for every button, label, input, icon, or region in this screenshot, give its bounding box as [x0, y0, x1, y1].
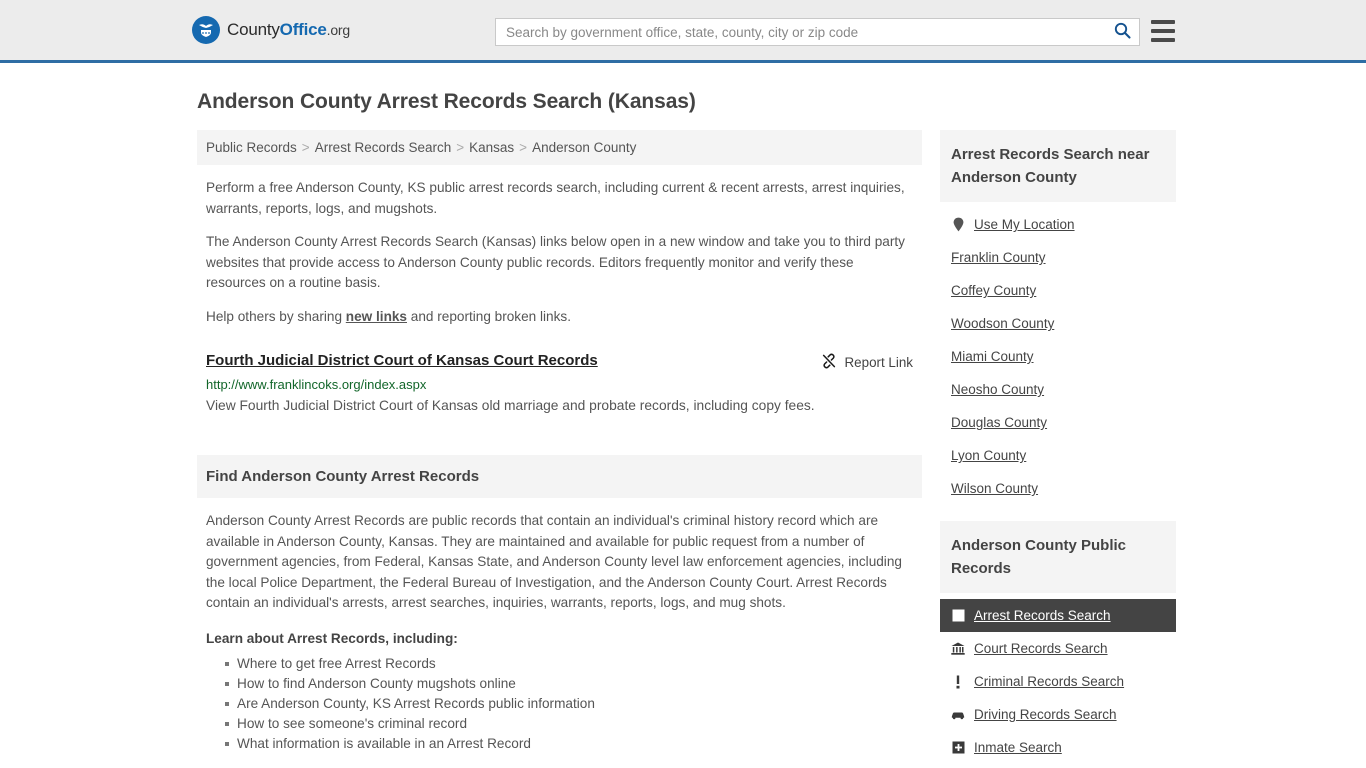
document-icon — [951, 609, 965, 623]
report-link-label: Report Link — [844, 355, 913, 370]
share-text-post: and reporting broken links. — [407, 308, 571, 324]
public-records-list: Arrest Records Search Court Records Sear… — [940, 593, 1176, 764]
breadcrumb-item-kansas[interactable]: Kansas — [469, 140, 514, 155]
sidebar-item-miami-county[interactable]: Miami County — [940, 340, 1176, 373]
page-title: Anderson County Arrest Records Search (K… — [197, 90, 696, 113]
logo-office: Office — [279, 20, 327, 39]
sidebar-item-coffey-county[interactable]: Coffey County — [940, 274, 1176, 307]
sidebar-item-label: Miami County — [951, 349, 1034, 364]
courthouse-icon — [951, 642, 965, 656]
list-item: What information is available in an Arre… — [225, 734, 913, 754]
list-item: How to find Anderson County mugshots onl… — [225, 674, 913, 694]
site-logo[interactable]: CountyOffice.org — [192, 16, 350, 44]
learn-about-heading: Learn about Arrest Records, including: — [206, 630, 458, 646]
breadcrumb-separator: > — [519, 140, 528, 155]
result-header: Fourth Judicial District Court of Kansas… — [206, 352, 913, 372]
exclamation-icon — [951, 675, 965, 689]
result-item: Fourth Judicial District Court of Kansas… — [206, 352, 913, 415]
hamburger-bar-3 — [1151, 38, 1175, 42]
breadcrumb-separator: > — [456, 140, 465, 155]
new-links-link[interactable]: new links — [346, 309, 407, 324]
sidebar-item-franklin-county[interactable]: Franklin County — [940, 241, 1176, 274]
list-item: Are Anderson County, KS Arrest Records p… — [225, 694, 913, 714]
sidebar-item-label: Coffey County — [951, 283, 1037, 298]
eagle-shield-icon — [192, 16, 220, 44]
breadcrumb-item-anderson-county[interactable]: Anderson County — [532, 140, 636, 155]
search-button[interactable] — [1105, 19, 1139, 45]
logo-tld: .org — [326, 22, 351, 38]
sidebar-item-label: Franklin County — [951, 250, 1046, 265]
sidebar-item-wilson-county[interactable]: Wilson County — [940, 472, 1176, 505]
sidebar-item-label: Douglas County — [951, 415, 1048, 430]
breadcrumb-item-public-records[interactable]: Public Records — [206, 140, 297, 155]
car-icon — [951, 708, 965, 722]
public-records-heading: Anderson County Public Records — [940, 521, 1176, 593]
sidebar-item-label: Lyon County — [951, 448, 1027, 463]
hamburger-bar-2 — [1151, 29, 1175, 33]
breadcrumb-item-arrest-records-search[interactable]: Arrest Records Search — [315, 140, 452, 155]
content-columns: Public Records > Arrest Records Search > Kan… — [197, 130, 1180, 768]
hamburger-bar-1 — [1151, 20, 1175, 24]
intro-paragraph-2: The Anderson County Arrest Records Searc… — [206, 234, 905, 290]
search-bar[interactable] — [495, 18, 1140, 46]
nearby-searches-heading: Arrest Records Search near Anderson Coun… — [940, 130, 1176, 202]
search-input[interactable] — [496, 19, 1105, 45]
list-item: How to see someone's criminal record — [225, 714, 913, 734]
hamburger-menu-icon[interactable] — [1151, 20, 1175, 42]
sidebar-item-label: Arrest Records Search — [974, 608, 1111, 623]
nearby-searches-panel: Arrest Records Search near Anderson Coun… — [940, 130, 1176, 505]
result-url: http://www.franklincoks.org/index.aspx — [206, 377, 427, 392]
sidebar-item-inmate-search[interactable]: Inmate Search — [940, 731, 1176, 764]
sidebar-item-label: Use My Location — [974, 217, 1075, 232]
share-text-pre: Help others by sharing — [206, 308, 346, 324]
result-title-link[interactable]: Fourth Judicial District Court of Kansas… — [206, 352, 598, 369]
sidebar-item-arrest-records-search[interactable]: Arrest Records Search — [940, 599, 1176, 632]
public-records-panel: Anderson County Public Records Arrest Re… — [940, 521, 1176, 764]
result-description: View Fourth Judicial District Court of K… — [206, 398, 815, 413]
breadcrumb-separator: > — [301, 140, 310, 155]
nearby-searches-list: Use My Location Franklin County Coffey C… — [940, 202, 1176, 505]
breadcrumb: Public Records > Arrest Records Search > Kan… — [197, 130, 922, 165]
intro-paragraph-3: Help others by sharing new links and rep… — [206, 307, 913, 328]
broken-link-icon — [821, 353, 837, 372]
sidebar-item-label: Woodson County — [951, 316, 1055, 331]
logo-county: County — [227, 20, 280, 39]
sidebar-item-label: Neosho County — [951, 382, 1045, 397]
sidebar-item-label: Inmate Search — [974, 740, 1062, 755]
learn-about-list: Where to get free Arrest Records How to … — [206, 654, 913, 754]
site-header: CountyOffice.org — [0, 0, 1366, 63]
section-heading: Find Anderson County Arrest Records — [197, 455, 922, 498]
report-link-button[interactable]: Report Link — [821, 352, 913, 372]
page-body: Anderson County Arrest Records Search (K… — [0, 90, 1366, 768]
sidebar-item-label: Driving Records Search — [974, 707, 1117, 722]
map-pin-icon — [951, 217, 965, 232]
site-logo-text: CountyOffice.org — [227, 20, 350, 40]
sidebar-item-neosho-county[interactable]: Neosho County — [940, 373, 1176, 406]
sidebar-item-criminal-records-search[interactable]: Criminal Records Search — [940, 665, 1176, 698]
inmate-icon — [951, 741, 965, 755]
sidebar-item-label: Criminal Records Search — [974, 674, 1125, 689]
sidebar-item-label: Court Records Search — [974, 641, 1108, 656]
search-icon — [1114, 22, 1131, 42]
sidebar-item-driving-records-search[interactable]: Driving Records Search — [940, 698, 1176, 731]
sidebar-item-court-records-search[interactable]: Court Records Search — [940, 632, 1176, 665]
list-item: Where to get free Arrest Records — [225, 654, 913, 674]
intro-paragraph-1: Perform a free Anderson County, KS publi… — [206, 180, 905, 216]
sidebar-item-label: Wilson County — [951, 481, 1039, 496]
sidebar-item-woodson-county[interactable]: Woodson County — [940, 307, 1176, 340]
sidebar-item-lyon-county[interactable]: Lyon County — [940, 439, 1176, 472]
sidebar: Arrest Records Search near Anderson Coun… — [940, 130, 1176, 768]
main-column: Public Records > Arrest Records Search > Kan… — [197, 130, 922, 768]
sidebar-item-use-my-location[interactable]: Use My Location — [940, 208, 1176, 241]
sidebar-item-douglas-county[interactable]: Douglas County — [940, 406, 1176, 439]
section-body: Anderson County Arrest Records are publi… — [206, 513, 902, 610]
